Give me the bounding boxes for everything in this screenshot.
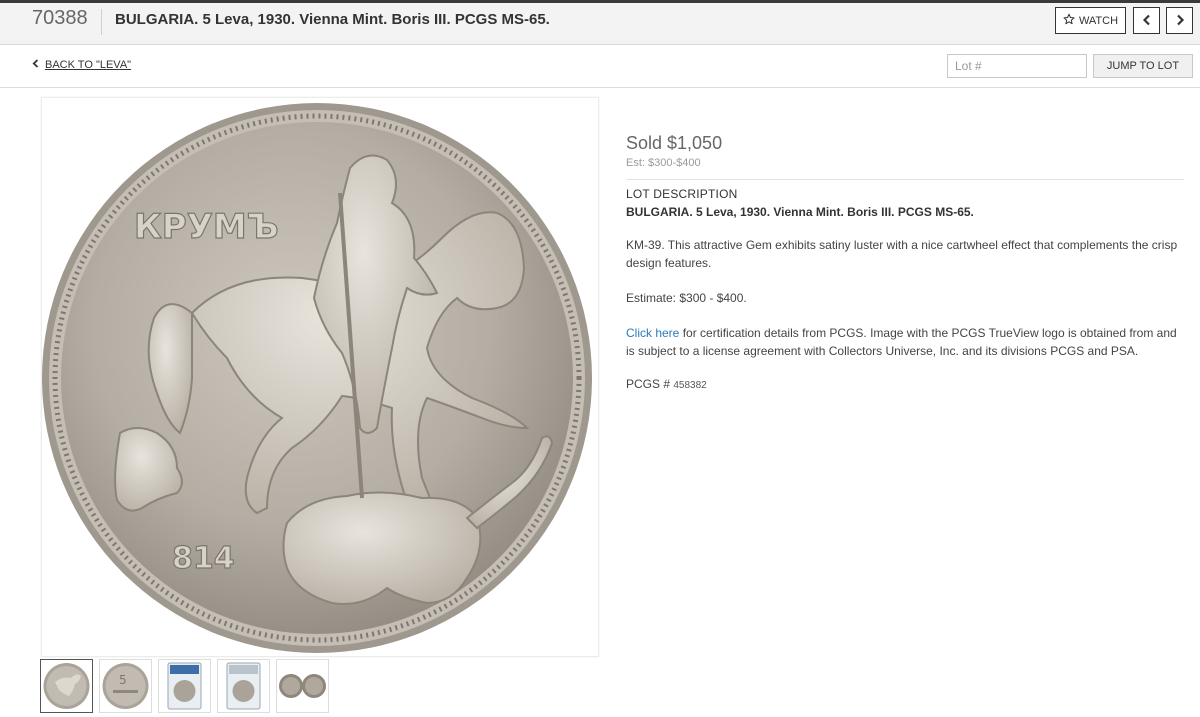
reverse-thumb-image: 5 bbox=[102, 663, 149, 709]
thumbnail-obverse[interactable] bbox=[40, 659, 93, 713]
lot-description-heading: LOT DESCRIPTION bbox=[626, 187, 738, 201]
sold-price: Sold $1,050 bbox=[626, 133, 723, 153]
back-to-leva-link[interactable]: BACK TO "LEVA" bbox=[32, 59, 131, 71]
next-lot-button[interactable] bbox=[1166, 7, 1193, 34]
svg-text:5: 5 bbox=[119, 673, 127, 687]
lot-info-panel: Sold $1,050 Est: $300-$400 LOT DESCRIPTI… bbox=[626, 133, 1184, 391]
lot-description-body: KM-39. This attractive Gem exhibits sati… bbox=[626, 238, 1178, 270]
coin-legend: КРУМЪ bbox=[134, 207, 279, 247]
main-coin-image[interactable]: КРУМЪ 814 bbox=[41, 97, 599, 657]
pcgs-number: 458382 bbox=[673, 380, 707, 391]
click-here-link[interactable]: Click here bbox=[626, 326, 679, 340]
slab-back-thumb-image bbox=[226, 662, 261, 710]
info-divider bbox=[626, 179, 1184, 180]
thumbnail-slab-front[interactable] bbox=[158, 659, 211, 713]
coin-obverse-image: КРУМЪ 814 bbox=[42, 103, 592, 653]
chevron-left-icon bbox=[32, 59, 39, 71]
lot-description-title: BULGARIA. 5 Leva, 1930. Vienna Mint. Bor… bbox=[626, 205, 974, 219]
estimate-line: Estimate: $300 - $400. bbox=[626, 291, 747, 305]
pcgs-certification-line: PCGS # 458382 bbox=[626, 377, 1184, 391]
lot-title: BULGARIA. 5 Leva, 1930. Vienna Mint. Bor… bbox=[115, 11, 550, 28]
lot-number-input[interactable] bbox=[947, 54, 1087, 78]
star-icon bbox=[1063, 13, 1075, 28]
back-link-label: BACK TO "LEVA" bbox=[45, 59, 132, 71]
certification-text: for certification details from PCGS. Ima… bbox=[626, 326, 1177, 358]
estimate-range: Est: $300-$400 bbox=[626, 157, 701, 169]
lot-header-bar: 70388 BULGARIA. 5 Leva, 1930. Vienna Min… bbox=[0, 0, 1200, 45]
watch-button[interactable]: WATCH bbox=[1055, 7, 1126, 34]
coin-number: 814 bbox=[172, 541, 235, 576]
lot-number: 70388 bbox=[32, 7, 88, 29]
sub-navigation-bar: BACK TO "LEVA" JUMP TO LOT bbox=[0, 45, 1200, 88]
slab-front-thumb-image bbox=[167, 662, 202, 710]
chevron-left-icon bbox=[1142, 13, 1152, 29]
thumbnail-slab-back[interactable] bbox=[217, 659, 270, 713]
both-sides-thumb-image bbox=[279, 674, 326, 698]
previous-lot-button[interactable] bbox=[1133, 7, 1160, 34]
certification-paragraph: Click here for certification details fro… bbox=[626, 324, 1184, 360]
jump-to-lot-button[interactable]: JUMP TO LOT bbox=[1093, 54, 1193, 78]
chevron-right-icon bbox=[1175, 13, 1185, 29]
header-divider bbox=[101, 9, 102, 35]
thumbnail-both-sides[interactable] bbox=[276, 659, 329, 713]
thumbnail-reverse[interactable]: 5 bbox=[99, 659, 152, 713]
watch-label: WATCH bbox=[1078, 14, 1119, 27]
pcgs-label: PCGS # bbox=[626, 377, 674, 391]
thumbnail-strip: 5 bbox=[40, 659, 329, 713]
obverse-thumb-image bbox=[43, 663, 90, 709]
